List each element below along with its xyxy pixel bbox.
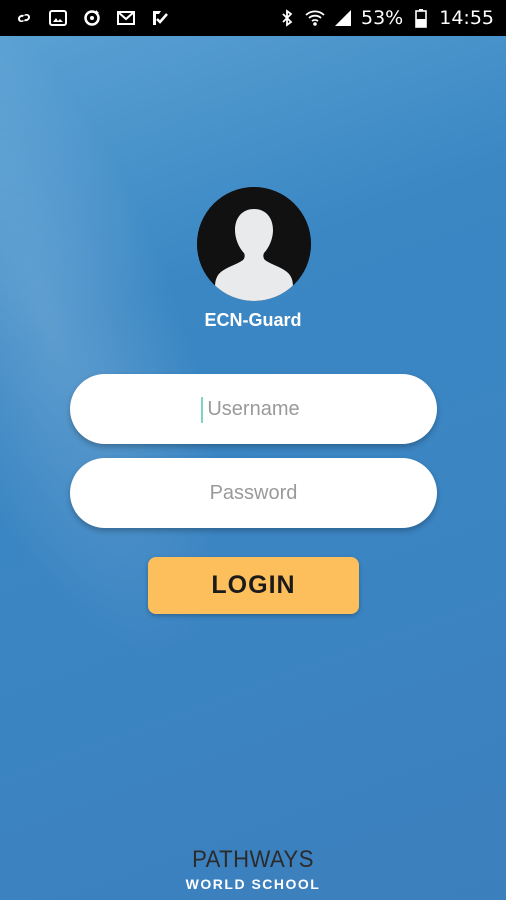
wifi-icon <box>305 8 325 28</box>
notification-icons <box>14 8 170 28</box>
logo-line-2: WORLD SCHOOL <box>185 876 321 892</box>
system-icons: 53% 14:55 <box>277 7 494 29</box>
username-input[interactable] <box>70 374 437 444</box>
check-badge-icon <box>150 8 170 28</box>
link-icon <box>14 8 34 28</box>
image-icon <box>48 8 68 28</box>
signal-icon <box>333 8 353 28</box>
logo-line-1: PATHWAYS <box>192 846 314 873</box>
text-cursor <box>201 397 203 423</box>
gmail-icon <box>116 8 136 28</box>
battery-icon <box>411 8 431 28</box>
clock: 14:55 <box>439 7 494 29</box>
app-name: ECN-Guard <box>204 310 302 330</box>
login-button[interactable]: LOGIN <box>148 557 359 614</box>
bluetooth-icon <box>277 8 297 28</box>
battery-percent: 53% <box>361 7 404 29</box>
sync-icon <box>82 8 102 28</box>
school-logo: PATHWAYS WORLD SCHOOL <box>0 846 506 892</box>
password-input[interactable] <box>70 458 437 528</box>
user-silhouette-icon <box>197 187 311 301</box>
status-bar: 53% 14:55 <box>0 0 506 36</box>
login-screen: ECN-Guard LOGIN PATHWAYS WORLD SCHOOL <box>0 36 506 900</box>
